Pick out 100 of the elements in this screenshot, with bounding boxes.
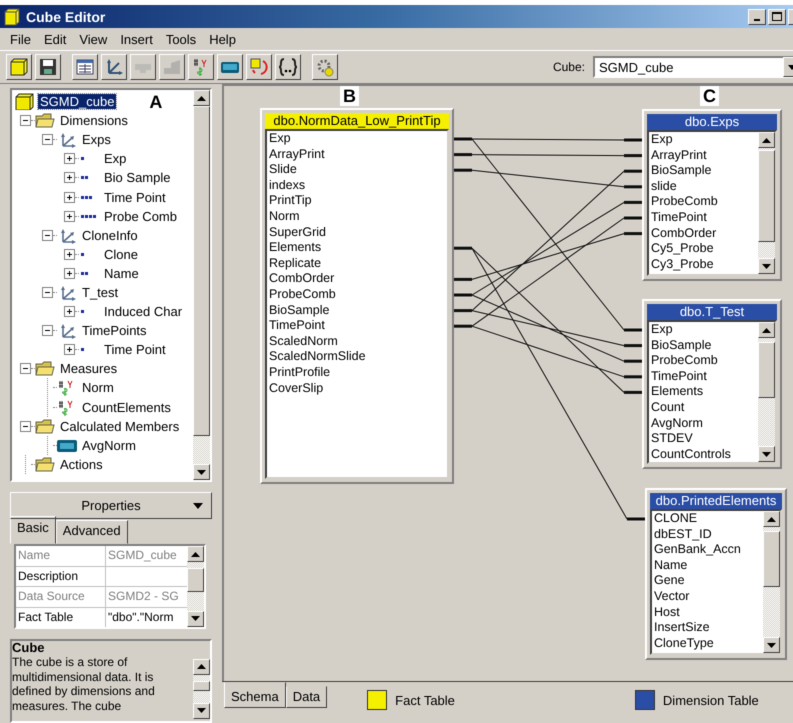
field-name[interactable]: Cy5_Probe bbox=[651, 241, 758, 257]
tree-item[interactable]: Measures bbox=[58, 361, 120, 376]
expander-button[interactable] bbox=[20, 420, 31, 432]
field-name[interactable]: Host bbox=[654, 604, 763, 620]
scroll-thumb[interactable] bbox=[758, 150, 775, 242]
expander-button[interactable] bbox=[64, 268, 75, 279]
field-name[interactable]: TimePoint bbox=[651, 368, 758, 384]
tree-item[interactable]: Induced Char bbox=[102, 304, 184, 320]
expander-button[interactable] bbox=[64, 172, 75, 184]
field-name[interactable]: BioSample bbox=[651, 163, 758, 179]
toolbar-button[interactable] bbox=[6, 54, 32, 80]
menu-item[interactable]: Insert bbox=[114, 32, 160, 46]
tree-item[interactable]: Exp bbox=[102, 151, 128, 166]
tree-item[interactable]: SGMD_cube bbox=[38, 94, 116, 110]
menu-item[interactable]: File bbox=[4, 32, 38, 46]
expander-button[interactable] bbox=[64, 153, 75, 164]
field-name[interactable]: TimePoint bbox=[269, 318, 447, 334]
tree-item[interactable]: T_test bbox=[80, 284, 120, 300]
toolbar-button[interactable] bbox=[72, 54, 98, 80]
field-name[interactable]: Replicate bbox=[269, 256, 447, 272]
field-name[interactable]: ProbeComb bbox=[269, 286, 447, 303]
tree-item[interactable]: Bio Sample bbox=[102, 170, 172, 186]
scroll-thumb[interactable] bbox=[758, 342, 775, 398]
tree-item[interactable]: Norm bbox=[80, 380, 116, 396]
scrollbar[interactable] bbox=[758, 322, 775, 462]
field-name[interactable]: PrintTip bbox=[269, 193, 447, 209]
field-name[interactable]: ScaledNorm bbox=[269, 334, 447, 350]
field-name[interactable]: TimePoint bbox=[651, 210, 758, 226]
field-name[interactable]: PrintProfile bbox=[269, 364, 447, 380]
scroll-up-button[interactable] bbox=[758, 322, 775, 338]
field-name[interactable]: ScaledNormSlide bbox=[269, 349, 447, 365]
scrollbar[interactable] bbox=[193, 90, 210, 480]
expander-button[interactable] bbox=[42, 230, 53, 241]
field-name[interactable]: CombOrder bbox=[269, 271, 447, 287]
expander-button[interactable] bbox=[64, 306, 75, 318]
field-name[interactable]: STDEV bbox=[651, 431, 758, 447]
table-box[interactable]: dbo.T_Test Exp BioSample ProbeComb TimePoint Elements Count AvgNorm STDEV CountControls bbox=[642, 299, 782, 469]
view-tab[interactable]: Schema bbox=[224, 682, 286, 708]
table-box[interactable]: dbo.Exps Exp ArrayPrint BioSample slide ProbeComb TimePoint CombOrder Cy5_Probe Cy3_Probe bbox=[642, 109, 782, 281]
scroll-up-button[interactable] bbox=[763, 511, 780, 527]
toolbar-button[interactable] bbox=[188, 54, 214, 80]
view-tab[interactable]: Data bbox=[286, 686, 328, 708]
scroll-down-button[interactable] bbox=[763, 637, 780, 653]
tree-item[interactable]: Calculated Members bbox=[58, 418, 182, 434]
field-name[interactable]: ArrayPrint bbox=[651, 148, 758, 164]
close-button[interactable] bbox=[788, 8, 793, 24]
expander-button[interactable] bbox=[64, 192, 75, 203]
tree-item[interactable]: Clone bbox=[102, 246, 140, 262]
table-box[interactable]: dbo.NormData_Low_PrintTip Exp ArrayPrint Slide indexs PrintTip Norm SuperGrid Elements Replicate CombOrder ProbeComb BioSample TimePoint ScaledNorm ScaledNormSlide PrintProfile CoverSlip bbox=[260, 108, 454, 484]
tree-item[interactable]: Exps bbox=[80, 132, 113, 148]
field-name[interactable]: CombOrder bbox=[651, 226, 758, 242]
scroll-up-button[interactable] bbox=[193, 658, 210, 675]
table-header[interactable]: dbo.PrintedElements bbox=[650, 493, 782, 509]
scrollbar[interactable] bbox=[193, 658, 210, 719]
tree-item[interactable]: CountElements bbox=[80, 400, 173, 415]
field-name[interactable]: ProbeComb bbox=[651, 353, 758, 369]
minimize-button[interactable] bbox=[748, 8, 766, 24]
scroll-down-button[interactable] bbox=[193, 702, 210, 719]
field-name[interactable]: Exp bbox=[651, 132, 758, 148]
field-name[interactable]: BioSample bbox=[269, 302, 447, 318]
table-header[interactable]: dbo.NormData_Low_PrintTip bbox=[265, 113, 449, 129]
toolbar-button[interactable] bbox=[312, 54, 338, 80]
field-name[interactable]: Cy3_Probe bbox=[651, 256, 758, 272]
field-name[interactable]: Vector bbox=[654, 588, 763, 605]
expander-button[interactable] bbox=[64, 344, 75, 356]
field-name[interactable]: Slide bbox=[269, 162, 447, 178]
scroll-up-button[interactable] bbox=[758, 132, 775, 148]
tree-item[interactable]: Dimensions bbox=[58, 113, 130, 128]
field-name[interactable]: dbEST_ID bbox=[654, 526, 763, 542]
tree-item[interactable]: AvgNorm bbox=[80, 438, 138, 453]
field-name[interactable]: Elements bbox=[651, 384, 758, 400]
tree-item[interactable]: TimePoints bbox=[80, 323, 149, 338]
scroll-down-button[interactable] bbox=[758, 446, 775, 462]
expander-button[interactable] bbox=[42, 325, 53, 336]
expander-button[interactable] bbox=[42, 286, 53, 298]
scroll-thumb[interactable] bbox=[193, 680, 210, 691]
menu-item[interactable]: Tools bbox=[160, 32, 204, 46]
field-name[interactable]: Norm bbox=[269, 208, 447, 225]
field-name[interactable]: CloneType bbox=[654, 636, 763, 652]
scroll-down-button[interactable] bbox=[193, 464, 210, 480]
field-name[interactable]: Exp bbox=[651, 322, 758, 338]
toolbar-button[interactable] bbox=[275, 54, 301, 80]
menu-item[interactable]: Edit bbox=[38, 32, 74, 46]
tree-item[interactable]: Name bbox=[102, 266, 141, 281]
field-name[interactable]: InsertSize bbox=[654, 620, 763, 636]
scrollbar[interactable] bbox=[763, 511, 780, 653]
field-name[interactable]: AvgNorm bbox=[651, 416, 758, 432]
field-name[interactable]: slide bbox=[651, 178, 758, 194]
scroll-up-button[interactable] bbox=[187, 546, 204, 562]
field-name[interactable]: Exp bbox=[269, 131, 447, 147]
properties-button[interactable]: Properties bbox=[10, 492, 212, 520]
scrollbar[interactable] bbox=[187, 546, 204, 627]
field-name[interactable]: Name bbox=[654, 558, 763, 574]
table-header[interactable]: dbo.T_Test bbox=[647, 304, 777, 320]
field-name[interactable]: CoverSlip bbox=[269, 380, 447, 396]
field-name[interactable]: ProbeComb bbox=[651, 194, 758, 210]
field-name[interactable]: Elements bbox=[269, 240, 447, 256]
scroll-thumb[interactable] bbox=[193, 106, 210, 436]
scroll-thumb[interactable] bbox=[187, 568, 204, 592]
expander-button[interactable] bbox=[20, 363, 31, 374]
